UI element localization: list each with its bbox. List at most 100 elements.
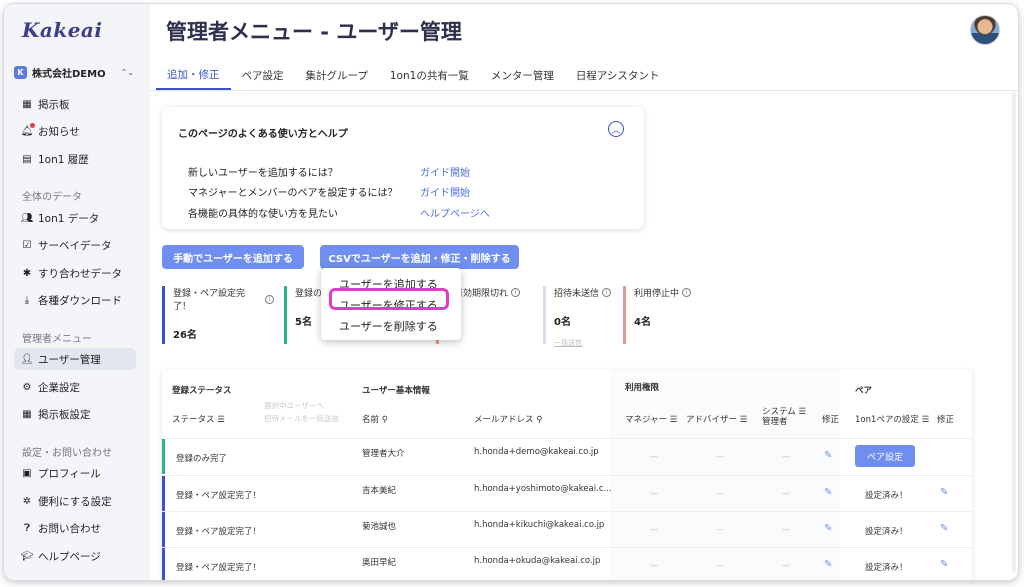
users-icon: 👤︎ (20, 353, 34, 365)
edit-pencil-icon[interactable]: ✎ (824, 559, 832, 570)
table-row[interactable]: 登録・ペア設定完了！ 奥田早紀 h.honda+okuda@kakeai.co.… (162, 547, 972, 580)
pair-setting-button[interactable]: ペア設定 (855, 445, 915, 467)
sidebar-item-profile[interactable]: ▣ プロフィール (14, 462, 136, 484)
edit-pencil-icon[interactable]: ✎ (824, 523, 832, 534)
column-status[interactable]: ステータス ☰ (172, 413, 225, 425)
users-table: 登録ステータス ユーザー基本情報 利用権限 ペア ステータス ☰ 選択中ユーザー… (162, 370, 972, 580)
sidebar-item-survey[interactable]: ☑ サーベイデータ (14, 234, 136, 256)
help-link-page[interactable]: ヘルプページへ (420, 205, 490, 220)
row-system-admin: — (782, 525, 790, 534)
help-card: このページのよくある使い方とヘルプ ︿ 新しいユーザーを追加するには？ ガイド開… (162, 107, 644, 229)
tab-groups[interactable]: 集計グループ (295, 60, 379, 90)
help-link-guide[interactable]: ガイド開始 (420, 184, 470, 199)
manual-add-user-button[interactable]: 手動でユーザーを追加する (162, 245, 304, 269)
search-icon[interactable]: ⚲ (382, 415, 388, 425)
sidebar-item-help[interactable]: 🎓︎ ヘルプページ (14, 545, 136, 567)
menu-item-delete-user[interactable]: ユーザーを削除する (339, 318, 438, 334)
filter-icon[interactable]: ☰ (922, 415, 930, 425)
row-status: 登録・ペア設定完了！ (176, 563, 262, 573)
sidebar-item-company-settings[interactable]: ⚙ 企業設定 (14, 376, 136, 398)
help-question: 新しいユーザーを追加するには？ (188, 168, 338, 179)
sidebar-item-alignment[interactable]: ✱ すり合わせデータ (14, 262, 136, 284)
company-name: 株式会社DEMO (32, 68, 106, 80)
row-system-admin: — (782, 452, 790, 461)
faint-bulk-send[interactable]: 招待メールを一括送信 (264, 413, 339, 424)
sidebar-item-bulletin[interactable]: ▦ 掲示板 (14, 93, 136, 115)
column-edit: 修正 (822, 415, 840, 425)
tab-bar: 追加・修正 ペア設定 集計グループ 1on1の共有一覧 メンター管理 日程アシス… (156, 60, 670, 90)
edit-pencil-icon[interactable]: ✎ (940, 559, 948, 570)
stat-invite-unsent[interactable]: 招待未送信 i 0名 一括送信 (543, 286, 613, 347)
column-pair-setting[interactable]: 1on1ペアの設定 ☰ (855, 413, 929, 425)
company-switcher[interactable]: K 株式会社DEMO ⌃⌄ (14, 62, 134, 82)
edit-pencil-icon[interactable]: ✎ (940, 523, 948, 534)
info-icon: i (682, 288, 692, 297)
column-advisor[interactable]: アドバイザー ☰ (686, 413, 747, 425)
filter-icon[interactable]: ☰ (670, 415, 678, 425)
row-status: 登録のみ完了 (176, 454, 228, 464)
highlight-box (329, 288, 449, 310)
search-icon[interactable]: ⚲ (536, 415, 542, 425)
edit-pencil-icon[interactable]: ✎ (824, 487, 832, 498)
tab-schedule-assistant[interactable]: 日程アシスタント (565, 60, 671, 90)
page-title: 管理者メニュー - ユーザー管理 (166, 20, 462, 44)
sidebar-item-history[interactable]: ▤ 1on1 履歴 (14, 148, 136, 170)
chevron-updown-icon[interactable]: ⌃⌄ (121, 68, 134, 77)
row-advisor: — (716, 525, 724, 534)
column-email[interactable]: メールアドレス ⚲ (474, 413, 542, 425)
edit-pencil-icon[interactable]: ✎ (824, 450, 832, 461)
column-manager[interactable]: マネジャー ☰ (625, 413, 677, 425)
table-row[interactable]: 登録・ペア設定完了！ 吉本美紀 h.honda+yoshimoto@kakeai… (162, 475, 972, 511)
chevron-up-icon[interactable]: ︿ (608, 121, 624, 137)
stat-registered-only[interactable]: 登録の 5名 (284, 286, 324, 344)
filter-icon[interactable]: ☰ (798, 407, 806, 417)
row-manager: — (650, 489, 658, 498)
row-advisor: — (716, 452, 724, 461)
row-status: 登録・ペア設定完了！ (176, 491, 262, 501)
sidebar-item-preferences[interactable]: ✲ 便利にする設定 (14, 490, 136, 512)
stat-label: 利用停止中 (634, 289, 680, 299)
row-email: h.honda+kikuchi@kakeai.co.jp (474, 520, 605, 530)
sidebar-item-label: すり合わせデータ (38, 267, 122, 280)
row-name: 奥田早紀 (362, 558, 397, 568)
column-name[interactable]: 名前 ⚲ (362, 413, 388, 425)
column-pair-edit: 修正 (937, 415, 955, 425)
tab-pair-settings[interactable]: ペア設定 (231, 60, 295, 90)
sidebar-item-label: プロフィール (38, 467, 101, 480)
csv-user-button[interactable]: CSVでユーザーを追加・修正・削除する (320, 245, 519, 269)
filter-icon[interactable]: ☰ (217, 415, 225, 425)
info-icon: i (265, 294, 274, 304)
column-system-admin[interactable]: システム ☰ 管理者 (762, 407, 806, 427)
stat-suspended[interactable]: 利用停止中 i 4名 (623, 286, 703, 344)
row-system-admin: — (782, 561, 790, 570)
row-name: 菊池誠也 (362, 522, 397, 532)
row-status-bar (162, 512, 165, 547)
section-heading-settings: 設定・お問い合わせ (22, 448, 112, 459)
sidebar-item-downloads[interactable]: ⤓ 各種ダウンロード (14, 289, 136, 311)
bulk-send-link[interactable]: 一括送信 (554, 338, 613, 348)
sidebar: Kakeai K 株式会社DEMO ⌃⌄ ▦ 掲示板 🔔︎ お知らせ ▤ 1on… (4, 4, 150, 580)
sidebar-item-label: 便利にする設定 (38, 495, 112, 508)
scrollbar[interactable] (1012, 92, 1016, 572)
row-advisor: — (716, 489, 724, 498)
column-label: マネジャー (625, 415, 668, 425)
sidebar-item-user-management[interactable]: 👤︎ ユーザー管理 (14, 348, 136, 370)
sidebar-item-1on1-data[interactable]: 👥︎ 1on1 データ (14, 207, 136, 229)
tab-divider (150, 90, 1018, 91)
sidebar-item-board-settings[interactable]: ▦ 掲示板設定 (14, 403, 136, 425)
help-link-guide[interactable]: ガイド開始 (420, 164, 470, 179)
edit-pencil-icon[interactable]: ✎ (940, 487, 948, 498)
column-label: ステータス (172, 415, 215, 425)
avatar[interactable] (970, 15, 1000, 45)
tab-add-edit[interactable]: 追加・修正 (156, 60, 231, 90)
sidebar-item-contact[interactable]: ❓︎ お問い合わせ (14, 517, 136, 539)
filter-icon[interactable]: ☰ (740, 415, 748, 425)
tab-mentor[interactable]: メンター管理 (480, 60, 565, 90)
puzzle-icon: ✱ (22, 267, 32, 279)
table-row[interactable]: 登録のみ完了 管理者大介 h.honda+demo@kakeai.co.jp —… (162, 438, 972, 474)
table-row[interactable]: 登録・ペア設定完了！ 菊池誠也 h.honda+kikuchi@kakeai.c… (162, 511, 972, 547)
tab-1on1-sharing[interactable]: 1on1の共有一覧 (379, 60, 480, 90)
stat-label: 登録の (295, 289, 323, 299)
row-email: h.honda+okuda@kakeai.co.jp (474, 556, 601, 566)
stat-complete[interactable]: 登録・ペア設定完了！ i 26名 (162, 286, 274, 344)
